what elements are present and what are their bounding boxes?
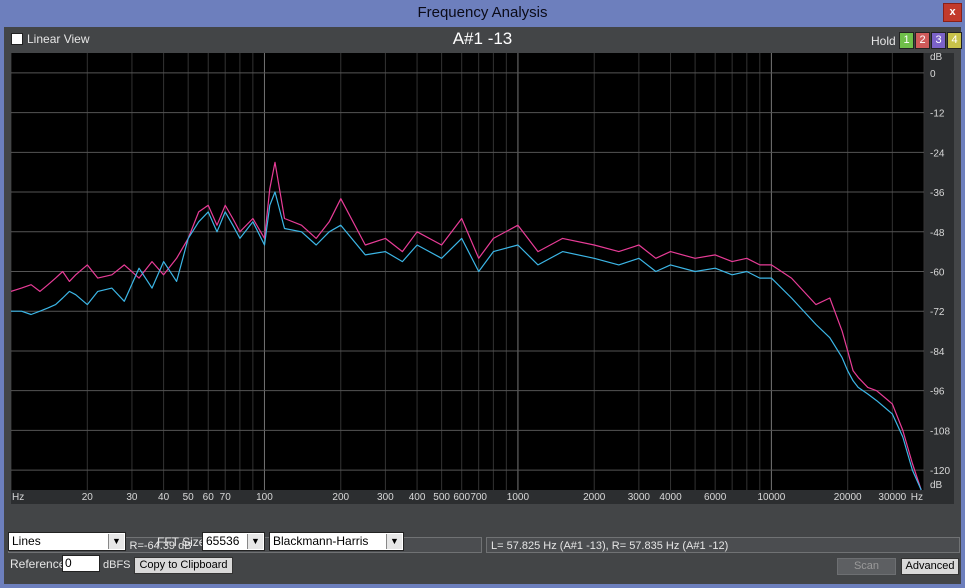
x-tick-label: 30000 [878, 492, 906, 503]
x-tick-label: 200 [332, 492, 349, 503]
y-tick-label: 0 [930, 69, 936, 80]
x-tick-label: 1000 [507, 492, 530, 503]
x-unit-right: Hz [911, 492, 923, 503]
top-toolbar: Linear View A#1 -13 Hold 1 2 3 4 [4, 27, 962, 49]
x-tick-label: 100 [256, 492, 273, 503]
note-readout: A#1 -13 [452, 29, 513, 48]
hold-label: Hold [871, 34, 896, 48]
hold-button-3[interactable]: 3 [931, 32, 946, 49]
x-tick-label: 300 [377, 492, 394, 503]
x-tick-label: 3000 [628, 492, 651, 503]
hold-button-1[interactable]: 1 [899, 32, 914, 49]
x-tick-label: 40 [158, 492, 170, 503]
x-tick-label: 20000 [834, 492, 862, 503]
y-tick-label: -48 [930, 228, 945, 239]
peak-status: L= 57.825 Hz (A#1 -13), R= 57.835 Hz (A#… [486, 537, 960, 553]
chevron-down-icon: ▼ [247, 534, 263, 549]
fft-size-value: 65536 [206, 534, 240, 548]
y-tick-label: -72 [930, 307, 945, 318]
reference-label: Reference [10, 557, 66, 571]
y-tick-label: -12 [930, 109, 945, 120]
x-tick-label: 10000 [757, 492, 785, 503]
x-tick-label: 50 [183, 492, 195, 503]
window-title: Frequency Analysis [417, 4, 548, 21]
x-tick-label: 700 [470, 492, 487, 503]
window-function-select[interactable]: Blackmann-Harris ▼ [269, 532, 404, 551]
x-tick-label: 400 [409, 492, 426, 503]
x-tick-label: 600 [453, 492, 470, 503]
y-tick-label: -60 [930, 268, 945, 279]
y-tick-label: -108 [930, 426, 950, 437]
fft-size-select[interactable]: 65536 ▼ [202, 532, 265, 551]
scan-button[interactable]: Scan [837, 558, 896, 575]
y-unit-top: dB [930, 53, 943, 63]
window-function-value: Blackmann-Harris [273, 534, 369, 548]
chevron-down-icon: ▼ [108, 534, 124, 549]
dbfs-label: dBFS [103, 559, 131, 571]
hold-button-2[interactable]: 2 [915, 32, 930, 49]
x-tick-label: 500 [433, 492, 450, 503]
x-unit-left: Hz [12, 492, 24, 503]
title-bar: Frequency Analysis x [0, 0, 965, 27]
x-tick-label: 2000 [583, 492, 606, 503]
chevron-down-icon: ▼ [386, 534, 402, 549]
x-tick-label: 4000 [659, 492, 682, 503]
advanced-button[interactable]: Advanced [901, 558, 959, 575]
spectrum-plot[interactable]: 20 30 40 50 60 70 100 200 300 400 500 600 700 1000 200… [11, 53, 954, 504]
display-mode-value: Lines [12, 534, 41, 548]
copy-to-clipboard-button[interactable]: Copy to Clipboard [134, 557, 233, 574]
y-tick-label: -96 [930, 387, 945, 398]
y-tick-label: -24 [930, 148, 945, 159]
x-tick-label: 20 [82, 492, 94, 503]
y-tick-label: -120 [930, 466, 950, 477]
close-button[interactable]: x [943, 3, 962, 22]
fft-size-label: FFT Size [157, 535, 206, 549]
y-tick-label: -36 [930, 188, 945, 199]
x-tick-label: 30 [126, 492, 138, 503]
x-tick-label: 70 [220, 492, 232, 503]
x-tick-label: 6000 [704, 492, 727, 503]
y-tick-label: -84 [930, 347, 945, 358]
x-tick-label: 60 [203, 492, 215, 503]
hold-button-4[interactable]: 4 [947, 32, 962, 49]
reference-input[interactable]: 0 [62, 555, 100, 572]
y-unit-bottom: dB [930, 480, 943, 491]
display-mode-select[interactable]: Lines ▼ [8, 532, 126, 551]
